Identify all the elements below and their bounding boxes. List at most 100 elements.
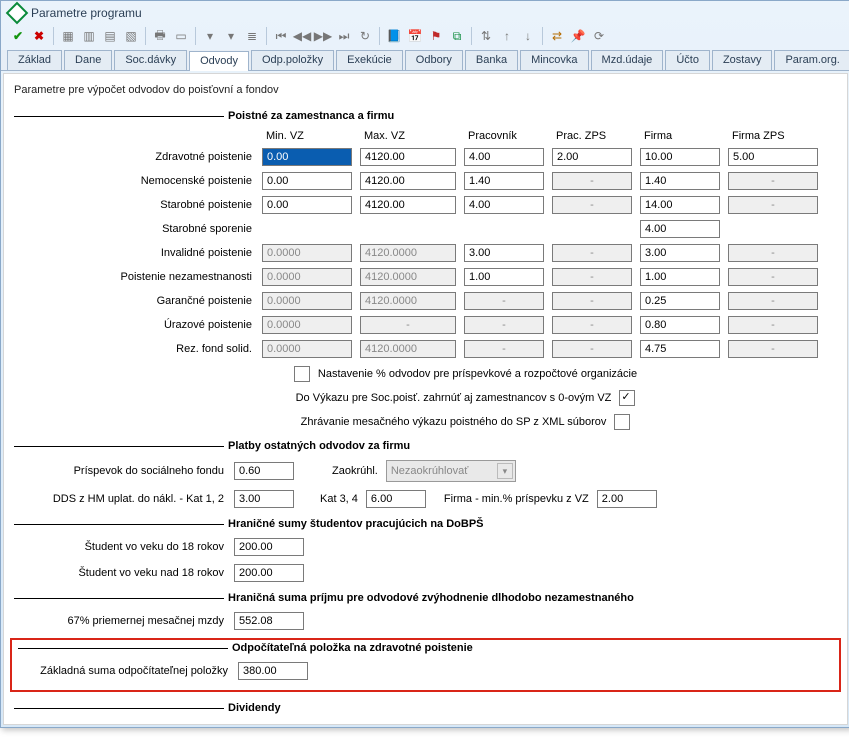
book-icon[interactable]: 📘 — [385, 27, 403, 45]
sspor-firma[interactable] — [640, 220, 720, 238]
zaokr-select[interactable]: Nezaokrúhlovať ▾ — [386, 460, 516, 482]
fwd-icon[interactable]: ▶▶ — [314, 27, 332, 45]
tab-odvody[interactable]: Odvody — [189, 51, 249, 71]
uraz-min — [262, 316, 352, 334]
tab-zostavy[interactable]: Zostavy — [712, 50, 773, 70]
toolbar-sep — [145, 27, 146, 45]
stud18b-lbl: Študent vo veku nad 18 rokov — [14, 567, 226, 579]
grid3-icon[interactable]: ▤ — [101, 27, 119, 45]
window-title: Parametre programu — [31, 6, 142, 20]
garan-zps — [552, 292, 632, 310]
tab-paramorg[interactable]: Param.org. — [774, 50, 849, 70]
rez-prac — [464, 340, 544, 358]
loop-icon[interactable]: ↻ — [356, 27, 374, 45]
doublearrow-icon[interactable]: ⇄ — [548, 27, 566, 45]
toolbar-sep — [266, 27, 267, 45]
section5-header: Odpočítateľná položka na zdravotné poist… — [18, 642, 833, 654]
rez-fzp — [728, 340, 818, 358]
tab-zaklad[interactable]: Základ — [7, 50, 62, 70]
zdrav-fzp[interactable] — [728, 148, 818, 166]
star-fzp — [728, 196, 818, 214]
sf-lbl: Príspevok do sociálneho fondu — [14, 465, 226, 477]
opt1-label: Nastavenie % odvodov pre príspevkové a r… — [318, 368, 637, 380]
nemoc-firma[interactable] — [640, 172, 720, 190]
star-max[interactable] — [360, 196, 456, 214]
tool-icon[interactable]: ⚑ — [427, 27, 445, 45]
confirm-icon[interactable]: ✔ — [9, 27, 27, 45]
cancel-icon[interactable]: ✖ — [30, 27, 48, 45]
stud18b-input[interactable] — [234, 564, 304, 582]
inval-prac[interactable] — [464, 244, 544, 262]
avg-lbl: 67% priemernej mesačnej mzdy — [14, 615, 226, 627]
zdrav-firma[interactable] — [640, 148, 720, 166]
col-maxvz: Max. VZ — [360, 130, 456, 142]
first-icon[interactable]: ⏮ — [272, 27, 290, 45]
row-nezam-lbl: Poistenie nezamestnanosti — [121, 271, 254, 283]
star-firma[interactable] — [640, 196, 720, 214]
inval-min — [262, 244, 352, 262]
rew-icon[interactable]: ◀◀ — [293, 27, 311, 45]
window: Parametre programu ✔ ✖ ▦ ▥ ▤ ▧ 🖶 ▭ ▾ ▾ ≣… — [0, 0, 849, 728]
ddsfirma-input[interactable] — [597, 490, 657, 508]
dds34-input[interactable] — [366, 490, 426, 508]
dds12-input[interactable] — [234, 490, 294, 508]
tab-banka[interactable]: Banka — [465, 50, 518, 70]
tab-mzdudaje[interactable]: Mzd.údaje — [591, 50, 664, 70]
down-icon[interactable]: ↓ — [519, 27, 537, 45]
refresh-icon[interactable]: ⟳ — [590, 27, 608, 45]
page-icon[interactable]: ▭ — [172, 27, 190, 45]
garan-firma[interactable] — [640, 292, 720, 310]
avg-input[interactable] — [234, 612, 304, 630]
calendar-icon[interactable]: 📅 — [406, 27, 424, 45]
opt1-checkbox[interactable] — [294, 366, 310, 382]
copy-icon[interactable]: ⧉ — [448, 27, 466, 45]
inval-firma[interactable] — [640, 244, 720, 262]
tab-odbory[interactable]: Odbory — [405, 50, 463, 70]
odp-input[interactable] — [238, 662, 308, 680]
funnel-icon[interactable]: ▾ — [201, 27, 219, 45]
tab-socdavky[interactable]: Soc.dávky — [114, 50, 187, 70]
garan-fzp — [728, 292, 818, 310]
last-icon[interactable]: ⏭ — [335, 27, 353, 45]
row-sspor-lbl: Starobné sporenie — [162, 223, 254, 235]
sort-icon[interactable]: ⇅ — [477, 27, 495, 45]
print-icon[interactable]: 🖶 — [151, 27, 169, 45]
grid4-icon[interactable]: ▧ — [122, 27, 140, 45]
tab-mincovka[interactable]: Mincovka — [520, 50, 588, 70]
zdrav-min[interactable] — [262, 148, 352, 166]
grid-icon[interactable]: ▦ — [59, 27, 77, 45]
nezam-prac[interactable] — [464, 268, 544, 286]
nemoc-min[interactable] — [262, 172, 352, 190]
zdrav-prac[interactable] — [464, 148, 544, 166]
star-min[interactable] — [262, 196, 352, 214]
tab-ucto[interactable]: Účto — [665, 50, 710, 70]
zdrav-zps[interactable] — [552, 148, 632, 166]
up-icon[interactable]: ↑ — [498, 27, 516, 45]
section1-header: Poistné za zamestnanca a firmu — [14, 110, 837, 122]
pin-icon[interactable]: 📌 — [569, 27, 587, 45]
nezam-firma[interactable] — [640, 268, 720, 286]
uraz-firma[interactable] — [640, 316, 720, 334]
chevron-down-icon: ▾ — [497, 463, 513, 479]
rez-firma[interactable] — [640, 340, 720, 358]
inval-fzp — [728, 244, 818, 262]
row-garan-lbl: Garančné poistenie — [157, 295, 254, 307]
grid2-icon[interactable]: ▥ — [80, 27, 98, 45]
zdrav-max[interactable] — [360, 148, 456, 166]
opt3-checkbox[interactable] — [614, 414, 630, 430]
rez-max — [360, 340, 456, 358]
sf-input[interactable] — [234, 462, 294, 480]
tab-exekucie[interactable]: Exekúcie — [336, 50, 403, 70]
funnel2-icon[interactable]: ▾ — [222, 27, 240, 45]
nemoc-prac[interactable] — [464, 172, 544, 190]
tab-dane[interactable]: Dane — [64, 50, 112, 70]
stud18a-input[interactable] — [234, 538, 304, 556]
star-prac[interactable] — [464, 196, 544, 214]
tab-odppolozky[interactable]: Odp.položky — [251, 50, 334, 70]
stack-icon[interactable]: ≣ — [243, 27, 261, 45]
star-zps — [552, 196, 632, 214]
row-uraz-lbl: Úrazové poistenie — [164, 319, 254, 331]
nemoc-max[interactable] — [360, 172, 456, 190]
col-firma: Firma — [640, 130, 720, 142]
opt2-checkbox[interactable] — [619, 390, 635, 406]
